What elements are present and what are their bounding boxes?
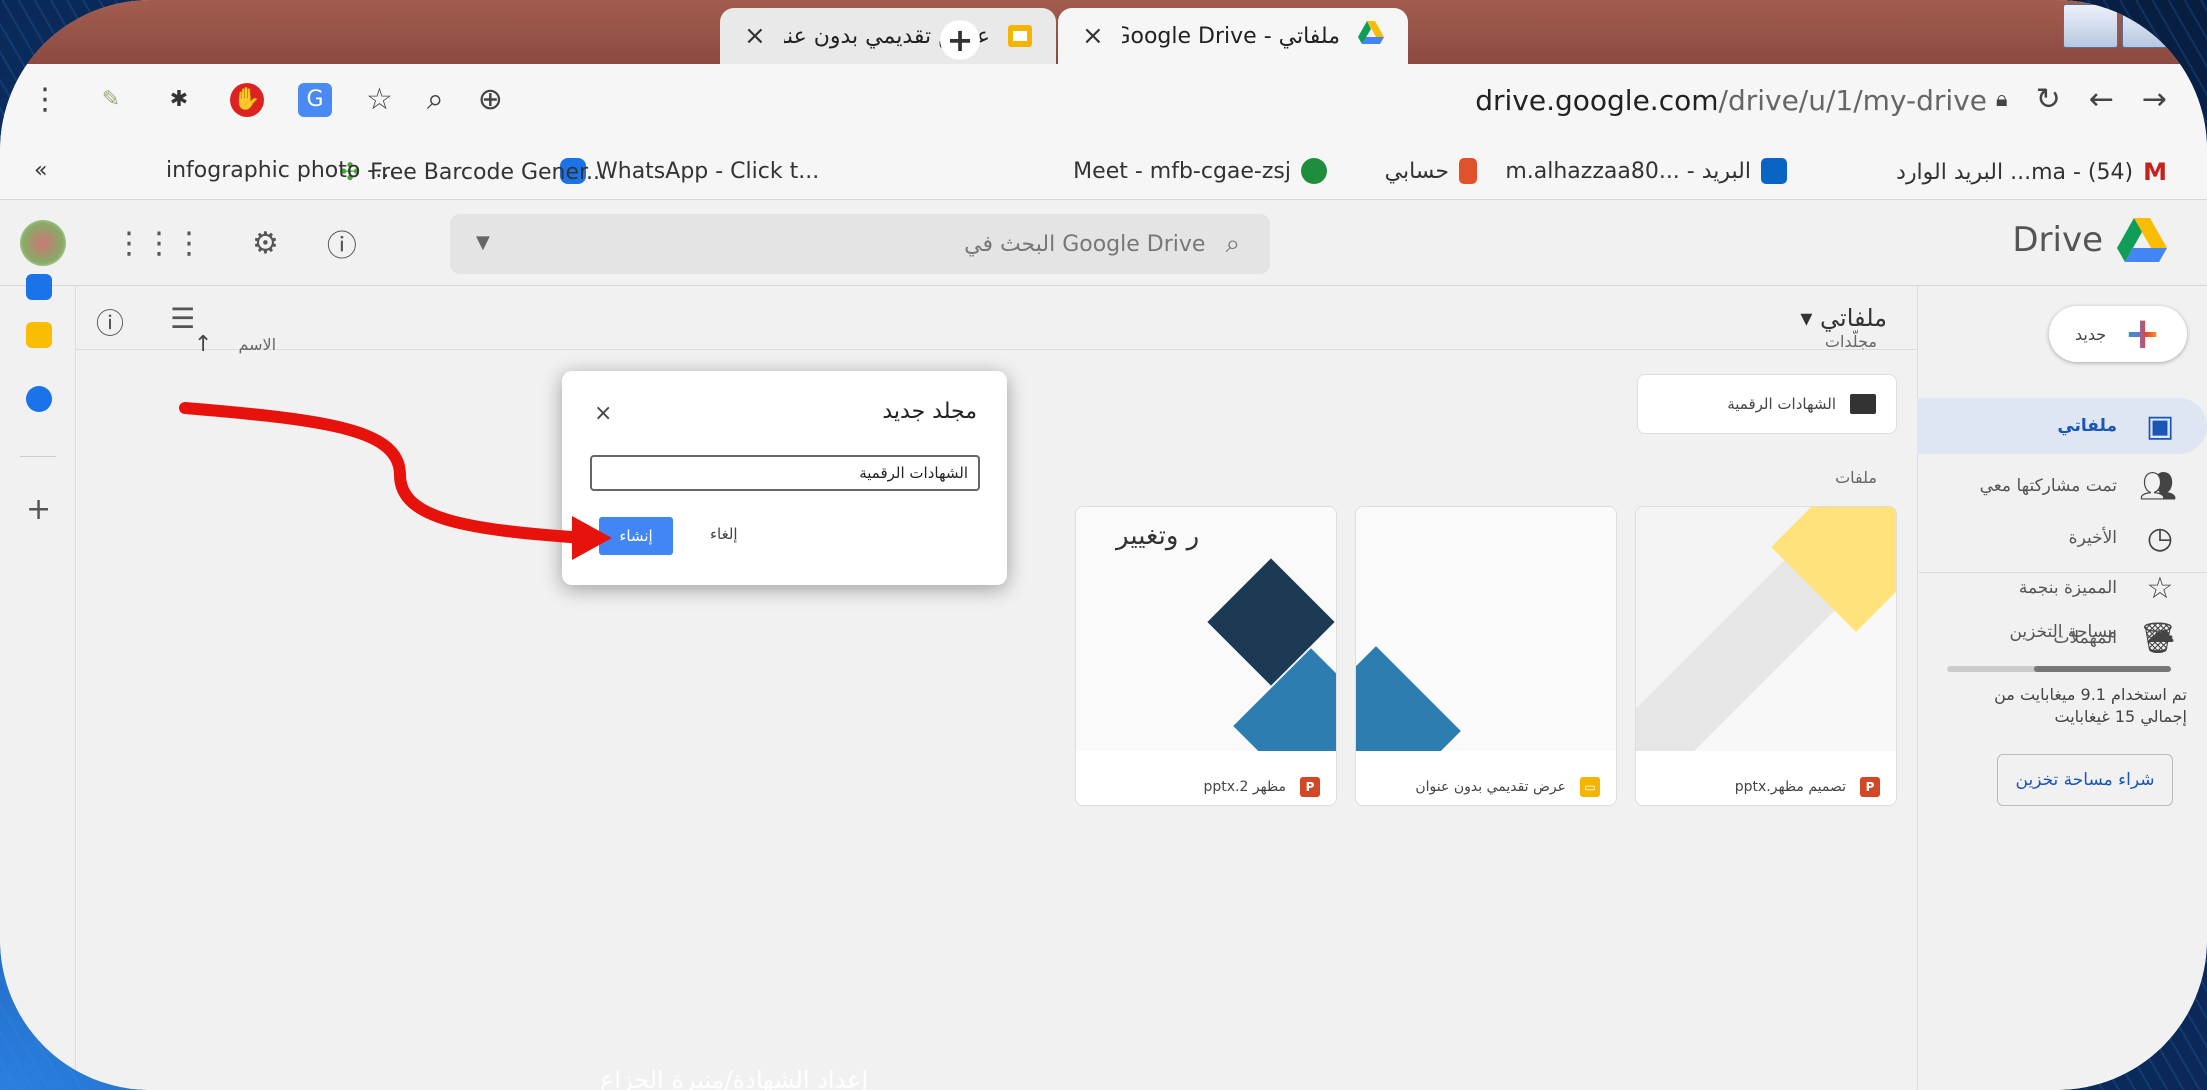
- slide-caption: إعداد الشهادة/منيرة الحزاع: [600, 1066, 869, 1090]
- annotation-arrow: [179, 402, 612, 560]
- browser-window: ملفاتي - Google Drive × عرض تقديمي بدون …: [0, 0, 2207, 1090]
